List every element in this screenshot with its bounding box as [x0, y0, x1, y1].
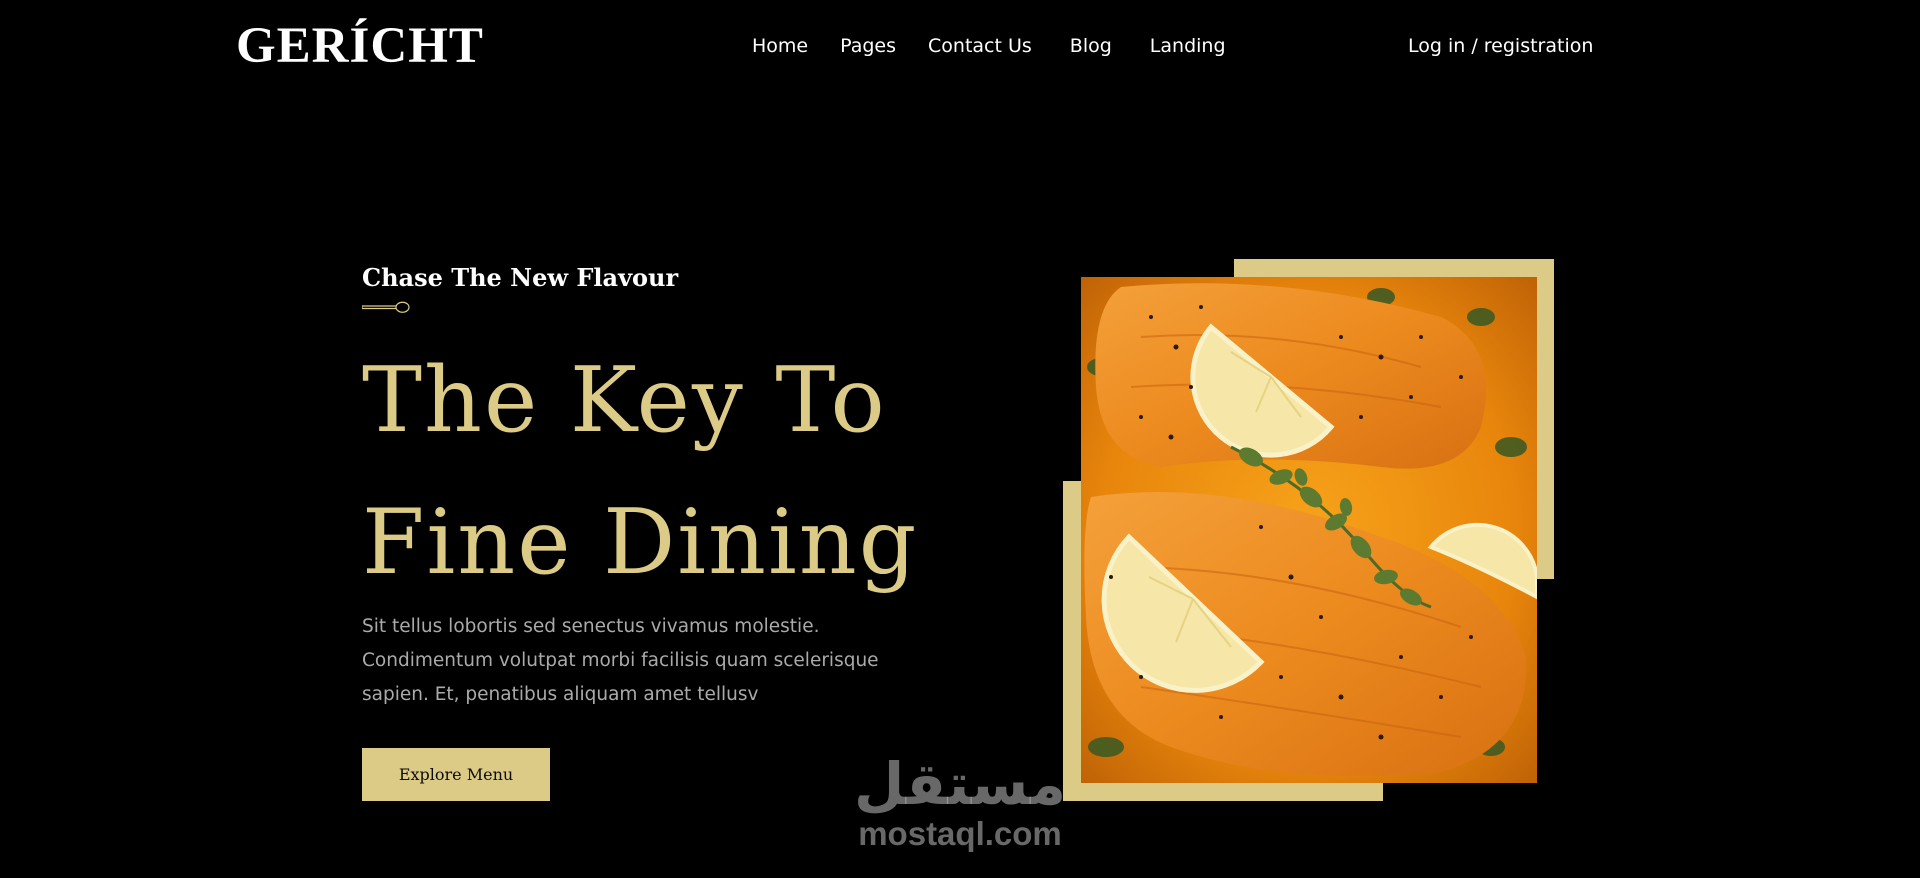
- nav-link-home[interactable]: Home: [752, 32, 808, 60]
- nav-link-landing[interactable]: Landing: [1150, 32, 1226, 60]
- headline-line-1: The Key To: [362, 348, 887, 453]
- nav-link-pages[interactable]: Pages: [840, 32, 896, 60]
- explore-menu-button[interactable]: Explore Menu: [362, 748, 550, 801]
- watermark-arabic-text: مستقل: [853, 750, 1067, 818]
- hero-description: Sit tellus lobortis sed senectus vivamus…: [362, 616, 879, 705]
- hero-subtitle: Chase The New Flavour: [362, 263, 679, 292]
- hero-headline: The Key To Fine Dining: [362, 330, 918, 614]
- nav-link-contact-us[interactable]: Contact Us: [928, 32, 1032, 60]
- salmon-dish-illustration: [1081, 277, 1537, 783]
- watermark-latin-text: mostaql.com: [858, 815, 1062, 852]
- headline-line-2: Fine Dining: [362, 490, 919, 595]
- main-nav: Home Pages Contact Us Blog Landing: [752, 32, 1226, 60]
- spoon-icon: [362, 301, 410, 313]
- site-logo[interactable]: GERÍCHT: [236, 16, 484, 76]
- login-registration-link[interactable]: Log in / registration: [1408, 32, 1593, 60]
- nav-link-blog[interactable]: Blog: [1070, 32, 1112, 60]
- salmon-dish-image: [1081, 277, 1537, 783]
- mostaql-watermark: مستقل mostaql.com: [845, 752, 1075, 852]
